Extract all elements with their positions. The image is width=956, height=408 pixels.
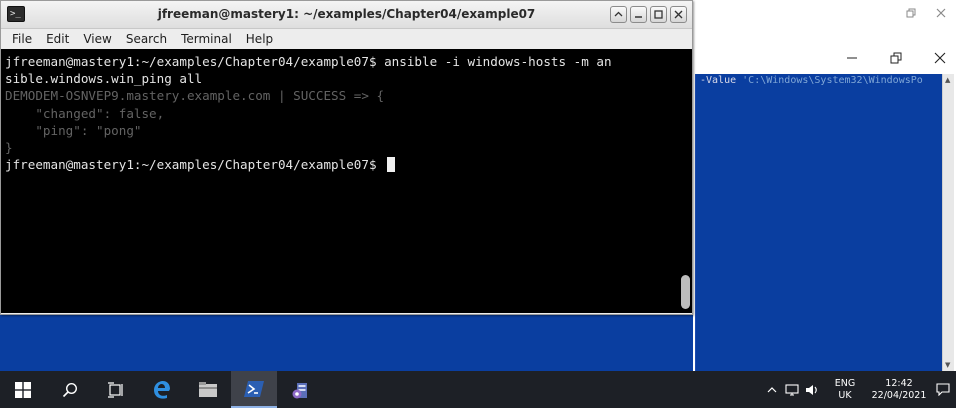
terminal-line: DEMODEM-OSNVEP9.mastery.example.com | SU… bbox=[5, 88, 385, 104]
terminal-console[interactable]: jfreeman@mastery1:~/examples/Chapter04/e… bbox=[1, 49, 692, 313]
edge-button[interactable] bbox=[139, 371, 185, 408]
terminal-titlebar[interactable]: >_ jfreeman@mastery1: ~/examples/Chapter… bbox=[1, 1, 692, 29]
ps-minimize-button[interactable] bbox=[844, 50, 860, 66]
menu-view[interactable]: View bbox=[76, 32, 118, 46]
server-manager-icon bbox=[292, 382, 307, 398]
chevron-up-icon bbox=[614, 11, 623, 17]
terminal-menubar: File Edit View Search Terminal Help bbox=[1, 29, 692, 49]
volume-button[interactable] bbox=[802, 384, 822, 396]
network-button[interactable] bbox=[782, 383, 802, 396]
maximize-button[interactable] bbox=[650, 6, 667, 23]
powershell-taskbar-button[interactable] bbox=[231, 371, 277, 408]
task-view-button[interactable] bbox=[93, 371, 139, 408]
powershell-output-line: -Value 'C:\Windows\System32\WindowsPo bbox=[700, 74, 923, 88]
terminal-scrollbar[interactable] bbox=[680, 53, 691, 309]
close-button[interactable] bbox=[670, 6, 687, 23]
restore-icon bbox=[890, 52, 902, 64]
outer-close-button[interactable] bbox=[926, 0, 956, 25]
show-hidden-icons-button[interactable] bbox=[762, 385, 782, 395]
powershell-titlebar[interactable] bbox=[693, 44, 956, 74]
terminal-prompt-line[interactable]: jfreeman@mastery1:~/examples/Chapter04/e… bbox=[5, 156, 612, 173]
shade-button[interactable] bbox=[610, 6, 627, 23]
desktop-background bbox=[0, 312, 693, 371]
minimize-icon bbox=[847, 57, 857, 59]
restore-icon bbox=[906, 8, 916, 17]
maximize-icon bbox=[654, 10, 663, 19]
clock-button[interactable]: 12:42 22/04/2021 bbox=[868, 378, 930, 402]
task-view-icon bbox=[108, 381, 123, 398]
terminal-title: jfreeman@mastery1: ~/examples/Chapter04/… bbox=[157, 7, 536, 21]
powershell-window[interactable]: -Value 'C:\Windows\System32\WindowsPo ▲ … bbox=[693, 0, 956, 371]
terminal-window[interactable]: >_ jfreeman@mastery1: ~/examples/Chapter… bbox=[0, 0, 693, 315]
file-explorer-icon bbox=[199, 381, 217, 397]
terminal-cursor bbox=[387, 157, 396, 173]
terminal-line: } bbox=[5, 140, 13, 156]
chevron-up-icon bbox=[767, 386, 777, 392]
notification-icon bbox=[936, 383, 950, 396]
terminal-window-controls bbox=[610, 6, 687, 23]
terminal-line: jfreeman@mastery1:~/examples/Chapter04/e… bbox=[5, 54, 612, 69]
terminal-line: sible.windows.win_ping all bbox=[5, 71, 203, 87]
close-icon bbox=[674, 10, 683, 19]
desktop: -Value 'C:\Windows\System32\WindowsPo ▲ … bbox=[0, 0, 956, 408]
edge-icon bbox=[154, 380, 170, 399]
search-icon bbox=[62, 382, 78, 397]
powershell-console[interactable]: -Value 'C:\Windows\System32\WindowsPo ▲ … bbox=[695, 74, 954, 371]
taskbar: ENG UK 12:42 22/04/2021 bbox=[0, 371, 956, 408]
system-tray: ENG UK 12:42 22/04/2021 bbox=[762, 371, 956, 408]
outer-restore-button[interactable] bbox=[896, 0, 926, 25]
scroll-up-arrow-icon[interactable]: ▲ bbox=[945, 76, 950, 84]
input-language-button[interactable]: ENG UK bbox=[828, 378, 862, 402]
powershell-icon bbox=[244, 380, 264, 397]
ps-path-string: 'C:\Windows\System32\WindowsPo bbox=[742, 75, 923, 86]
minimize-button[interactable] bbox=[630, 6, 647, 23]
close-icon bbox=[936, 8, 946, 17]
minimize-icon bbox=[635, 16, 642, 18]
menu-help[interactable]: Help bbox=[239, 32, 280, 46]
menu-file[interactable]: File bbox=[5, 32, 39, 46]
close-icon bbox=[934, 52, 946, 64]
lang-code: ENG bbox=[834, 377, 856, 389]
start-icon bbox=[15, 381, 31, 398]
scroll-down-arrow-icon[interactable]: ▼ bbox=[945, 361, 950, 369]
terminal-line: "changed": false, bbox=[5, 105, 165, 121]
ps-value-flag: -Value bbox=[700, 75, 737, 86]
powershell-scrollbar[interactable]: ▲ ▼ bbox=[942, 74, 954, 371]
action-center-button[interactable] bbox=[930, 383, 956, 396]
network-icon bbox=[785, 383, 799, 396]
ps-close-button[interactable] bbox=[932, 50, 948, 66]
file-explorer-button[interactable] bbox=[185, 371, 231, 408]
menu-terminal[interactable]: Terminal bbox=[174, 32, 239, 46]
ps-restore-button[interactable] bbox=[888, 50, 904, 66]
speaker-icon bbox=[806, 384, 817, 395]
terminal-line: "ping": "pong" bbox=[5, 122, 142, 138]
start-button[interactable] bbox=[0, 371, 46, 408]
search-button[interactable] bbox=[47, 371, 93, 408]
clock-time: 12:42 bbox=[885, 377, 913, 389]
menu-search[interactable]: Search bbox=[119, 32, 174, 46]
terminal-scrollbar-thumb[interactable] bbox=[681, 275, 690, 309]
lang-region: UK bbox=[838, 389, 852, 401]
clock-date: 22/04/2021 bbox=[871, 389, 927, 401]
terminal-prompt: jfreeman@mastery1:~/examples/Chapter04/e… bbox=[5, 157, 385, 173]
server-manager-button[interactable] bbox=[278, 371, 324, 408]
menu-edit[interactable]: Edit bbox=[39, 32, 76, 46]
outer-window-controls bbox=[896, 0, 956, 25]
terminal-output: jfreeman@mastery1:~/examples/Chapter04/e… bbox=[5, 53, 612, 173]
